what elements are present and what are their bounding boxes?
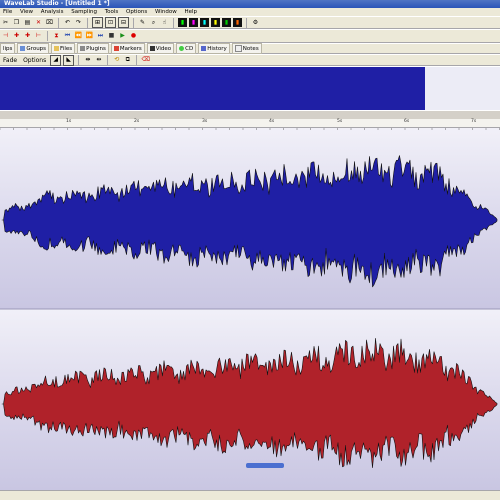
forward-end-icon[interactable]: ⏭ [96, 32, 105, 41]
menu-tools[interactable]: Tools [102, 9, 122, 15]
rewind-start-icon[interactable]: ⏮ [63, 32, 72, 41]
zoom-selection-icon[interactable]: ⊡ [105, 17, 116, 28]
zoom-vertical-icon[interactable]: ⊟ [118, 17, 129, 28]
ruler-label: 3s [202, 119, 208, 124]
ruler-label: 4s [269, 119, 275, 124]
menu-options[interactable]: Options [123, 9, 150, 15]
transport-toolbar: ⊣ ✚ ✚ ⊢ ⧗ ⏮ ⏪ ⏩ ⏭ ■ ▶ ● [0, 29, 500, 43]
workspace-tabs: lips Groups Files Plugins Markers Video … [0, 43, 500, 54]
folder-icon [54, 46, 60, 51]
delete-icon[interactable]: ✕ [34, 18, 43, 27]
toolbar-separator [107, 55, 109, 65]
trim-icon[interactable]: ⌧ [45, 18, 54, 27]
ruler-label: 5s [337, 119, 343, 124]
ruler-label: 7s [471, 119, 477, 124]
marker-icon[interactable]: ⊣ [1, 32, 10, 41]
toolbar-separator [58, 17, 59, 28]
cd-icon [179, 46, 185, 51]
tab-markers[interactable]: Markers [110, 43, 145, 54]
snap-icon[interactable]: ⇹ [94, 56, 103, 65]
loop-icon[interactable]: ⟲ [112, 56, 121, 65]
tab-cd[interactable]: CD [176, 43, 197, 54]
tab-clips[interactable]: lips [0, 43, 16, 54]
eraser-icon[interactable]: ⌫ [141, 56, 150, 65]
fade-out-icon[interactable]: ◣ [63, 54, 75, 66]
rewind-icon[interactable]: ⏪ [74, 32, 83, 41]
settings-icon[interactable]: ⚙ [251, 18, 260, 27]
menu-window[interactable]: Window [152, 9, 180, 15]
hand-icon[interactable]: ☝ [160, 18, 169, 27]
meter-icon[interactable]: ▮ [233, 18, 242, 27]
video-icon [149, 46, 155, 51]
toolbar-separator [47, 31, 48, 41]
toolbar-separator [87, 17, 88, 28]
phase-icon[interactable]: ▮ [200, 18, 209, 27]
menu-bar: File View Analysis Sampling Tools Option… [0, 8, 500, 16]
tab-notes[interactable]: Notes [231, 43, 262, 54]
menu-view[interactable]: View [17, 9, 36, 15]
meter-icon[interactable]: ▮ [222, 18, 231, 27]
oscilloscope-icon[interactable]: ▮ [211, 18, 220, 27]
marker-icon [113, 46, 119, 51]
levels-icon[interactable]: ▮ [178, 18, 187, 27]
marker-icon[interactable]: ⊢ [34, 32, 43, 41]
stop-icon[interactable]: ■ [107, 32, 116, 41]
plugin-icon [80, 46, 86, 51]
zoom-fit-icon[interactable]: ⊞ [92, 17, 103, 28]
fade-label[interactable]: Fade [0, 57, 20, 64]
toolbar-separator [78, 55, 80, 65]
history-icon [201, 46, 207, 51]
status-bar [0, 490, 500, 500]
overview-selection[interactable] [0, 67, 425, 110]
notes-icon [234, 45, 242, 52]
time-ruler[interactable]: 1s 2s 3s 4s 5s 6s 7s [0, 119, 500, 128]
record-icon[interactable]: ● [129, 32, 138, 41]
tab-plugins[interactable]: Plugins [77, 43, 109, 54]
region-icon[interactable]: ⧗ [52, 32, 61, 41]
crossfade-icon[interactable]: ⇼ [83, 56, 92, 65]
magnify-icon[interactable]: ⌕ [149, 18, 158, 27]
paste-icon[interactable]: ▤ [23, 18, 32, 27]
toolbar-separator [173, 17, 174, 28]
ruler-label: 1s [66, 119, 72, 124]
toolbar-separator [136, 55, 138, 65]
tab-files[interactable]: Files [51, 43, 76, 54]
redo-icon[interactable]: ↷ [74, 18, 83, 27]
play-icon[interactable]: ▶ [118, 32, 127, 41]
fade-toolbar: Fade Options ◢ ◣ ⇼ ⇹ ⟲ ⧉ ⌫ [0, 54, 500, 66]
marker-icon[interactable]: ✚ [23, 32, 32, 41]
menu-analysis[interactable]: Analysis [38, 9, 67, 15]
crossfade-loop-icon[interactable]: ⧉ [123, 56, 132, 65]
menu-file[interactable]: File [0, 9, 15, 15]
menu-sampling[interactable]: Sampling [68, 9, 100, 15]
ruler-label: 6s [404, 119, 410, 124]
overview-scrollbar[interactable] [0, 111, 500, 119]
toolbar-separator [246, 17, 247, 28]
copy-icon[interactable]: ❐ [12, 18, 21, 27]
pencil-icon[interactable]: ✎ [138, 18, 147, 27]
options-label[interactable]: Options [20, 57, 49, 64]
tab-video[interactable]: Video [146, 43, 175, 54]
standard-toolbar: ✂ ❐ ▤ ✕ ⌧ ↶ ↷ ⊞ ⊡ ⊟ ✎ ⌕ ☝ ▮ ▮ ▮ ▮ ▮ ▮ ⚙ [0, 16, 500, 29]
overview-unselected [425, 67, 500, 110]
cut-icon[interactable]: ✂ [1, 18, 10, 27]
tab-groups[interactable]: Groups [17, 43, 50, 54]
fade-in-icon[interactable]: ◢ [50, 54, 62, 66]
tab-history[interactable]: History [198, 43, 230, 54]
forward-icon[interactable]: ⏩ [85, 32, 94, 41]
ruler-label: 2s [134, 119, 140, 124]
groups-icon [20, 46, 26, 51]
undo-icon[interactable]: ↶ [63, 18, 72, 27]
marker-icon[interactable]: ✚ [12, 32, 21, 41]
menu-help[interactable]: Help [181, 9, 200, 15]
horizontal-scroll-thumb[interactable] [246, 463, 284, 468]
toolbar-separator [133, 17, 134, 28]
overview-panel[interactable] [0, 66, 500, 111]
spectrum-icon[interactable]: ▮ [189, 18, 198, 27]
waveform-editor[interactable] [0, 128, 500, 490]
window-title: WaveLab Studio - [Untitled 1 *] [0, 0, 500, 8]
